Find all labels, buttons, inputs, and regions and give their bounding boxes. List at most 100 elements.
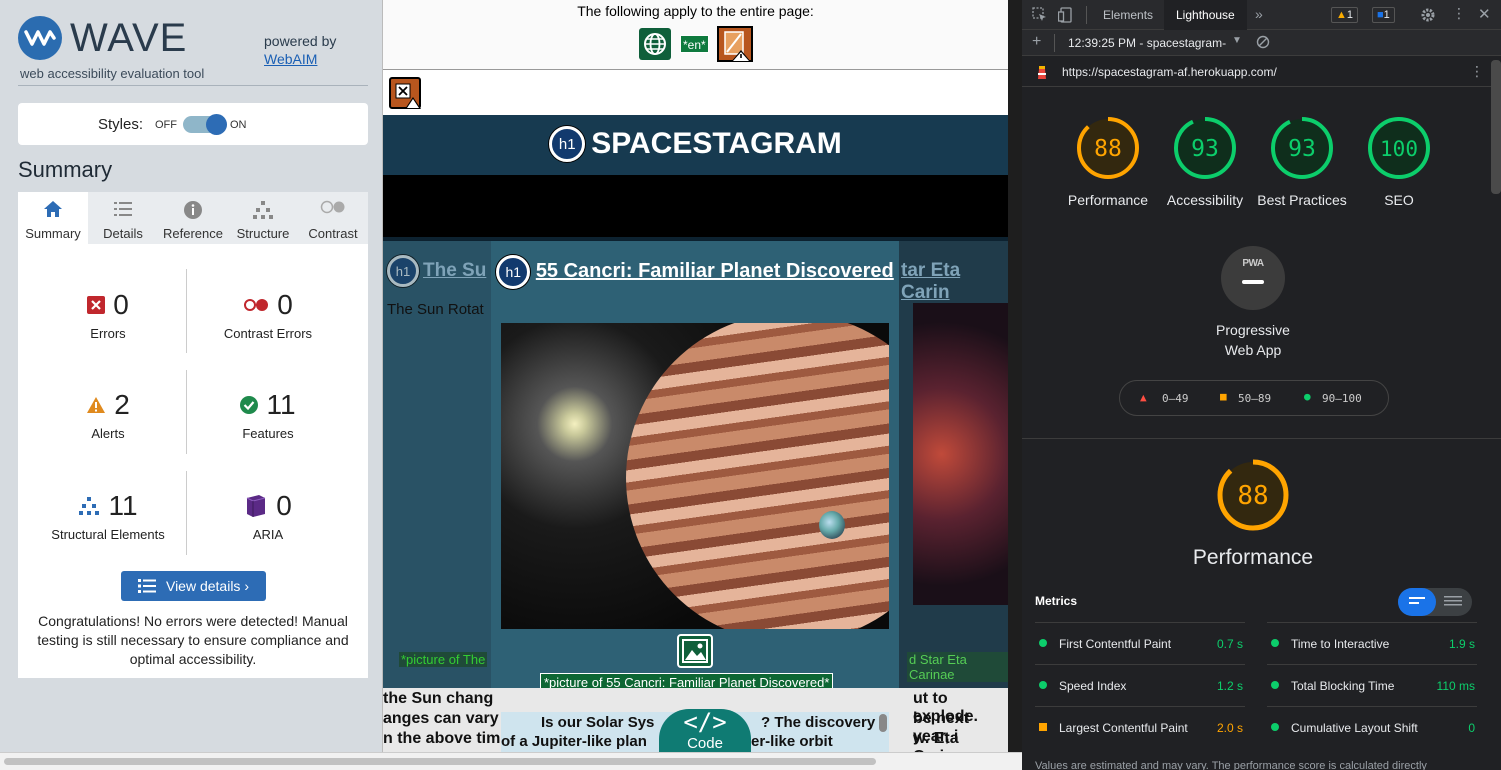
tab-contrast[interactable]: Contrast (298, 192, 368, 244)
tab-structure[interactable]: Structure (228, 192, 298, 244)
summary-heading: Summary (18, 157, 113, 182)
new-report-icon[interactable]: + (1032, 33, 1041, 51)
language-globe-icon[interactable] (639, 28, 671, 60)
h1-badge[interactable]: h1 (549, 126, 586, 162)
metric-row[interactable]: Speed Index 1.2 s (1035, 664, 1245, 706)
modal-title[interactable]: 55 Cancri: Familiar Planet Discovered (536, 260, 894, 282)
metrics-view-toggle[interactable] (1398, 588, 1472, 616)
h1-badge[interactable]: h1 (387, 255, 419, 287)
clear-icon[interactable] (1256, 35, 1270, 49)
info-icon (184, 201, 202, 219)
right-card-image (913, 303, 1008, 605)
warnings-badge[interactable]: ▲1 (1331, 7, 1359, 23)
list-icon (137, 579, 156, 593)
tab-lighthouse[interactable]: Lighthouse (1164, 0, 1247, 30)
score-value: 88 (1094, 136, 1122, 162)
modal-scrollbar[interactable] (879, 714, 887, 732)
errors-label: Errors (90, 326, 126, 341)
planet-image (501, 323, 889, 629)
score-value: 100 (1380, 137, 1418, 161)
code-icon: </> (683, 708, 727, 736)
screen: WAVE web accessibility evaluation tool p… (0, 0, 1501, 770)
messages-badge[interactable]: ■1 (1372, 7, 1395, 23)
features-stat[interactable]: 11 Features (188, 388, 348, 441)
close-icon[interactable]: ✕ (1478, 5, 1491, 23)
more-tabs-icon[interactable]: » (1255, 6, 1263, 22)
view-details-button[interactable]: View details › (121, 571, 266, 601)
aria-stat[interactable]: 0 ARIA (188, 489, 348, 542)
tab-label: Contrast (308, 226, 358, 241)
tab-summary[interactable]: Summary (18, 192, 88, 244)
tab-reference[interactable]: Reference (158, 192, 228, 244)
metric-row[interactable]: Largest Contentful Paint 2.0 s (1035, 706, 1245, 748)
site-header: h1 SPACESTAGRAM (383, 115, 1008, 175)
modal-desc-line: of a Jupiter-like plan (501, 733, 647, 750)
devtools-scrollbar[interactable] (1491, 60, 1501, 194)
structure-icon (253, 201, 273, 219)
alert-document-icon[interactable] (717, 26, 753, 62)
styles-on-label: ON (230, 119, 247, 131)
scrollbar-thumb[interactable] (4, 758, 876, 765)
audited-url[interactable]: https://spacestagram-af.herokuapp.com/ (1062, 65, 1277, 79)
metric-row[interactable]: Cumulative Layout Shift 0 (1267, 706, 1477, 748)
desc-line: w. Eta Carinae (913, 730, 972, 752)
desc-line: anges can vary (383, 710, 499, 727)
device-toggle-icon[interactable] (1058, 7, 1074, 23)
tab-details[interactable]: Details (88, 192, 158, 244)
tab-label: Details (103, 226, 143, 241)
alerts-stat[interactable]: 2 Alerts (28, 388, 188, 441)
wave-logo-icon (18, 16, 62, 60)
metric-name: Time to Interactive (1291, 637, 1390, 651)
metric-name: Largest Contentful Paint (1059, 721, 1188, 735)
code-button[interactable]: </> Code (659, 709, 751, 752)
metric-row[interactable]: First Contentful Paint 0.7 s (1035, 622, 1245, 664)
average-square-icon: ■ (1220, 390, 1227, 403)
report-selector[interactable]: 12:39:25 PM - spacestagram- (1068, 36, 1226, 50)
metric-row[interactable]: Time to Interactive 1.9 s (1267, 622, 1477, 664)
metric-name: Speed Index (1059, 679, 1127, 693)
image-feature-icon[interactable] (677, 634, 713, 668)
features-label: Features (242, 426, 294, 441)
expanded-view-icon[interactable] (1444, 596, 1462, 608)
pwa-badge[interactable]: PWA (1221, 246, 1285, 310)
score-gauge-best-practices[interactable]: 93 (1269, 115, 1335, 181)
metric-value: 110 ms (1436, 679, 1475, 693)
aria-count: 0 (276, 490, 292, 521)
metric-name: Cumulative Layout Shift (1291, 721, 1418, 735)
contrast-errors-stat[interactable]: 0 Contrast Errors (188, 288, 348, 341)
errors-stat[interactable]: 0 Errors (28, 288, 188, 341)
score-label: Performance (1067, 192, 1149, 208)
left-alt-text: *picture of The (399, 652, 488, 667)
tab-elements[interactable]: Elements (1103, 0, 1153, 30)
styles-toggle[interactable] (183, 114, 227, 135)
score-label: Best Practices (1257, 192, 1347, 208)
structural-count: 11 (108, 490, 138, 521)
url-row: https://spacestagram-af.herokuapp.com/ ⋮ (1022, 57, 1501, 87)
gear-icon[interactable] (1420, 7, 1436, 23)
h1-badge[interactable]: h1 (496, 254, 531, 289)
chevron-down-icon[interactable]: ▼ (1232, 35, 1242, 46)
right-alt-text: d Star Eta Carinae (907, 652, 1008, 682)
left-card-title[interactable]: The Su (423, 260, 486, 282)
metric-row[interactable]: Total Blocking Time 110 ms (1267, 664, 1477, 706)
structural-stat[interactable]: 11 Structural Elements (28, 489, 188, 542)
score-gauge-accessibility[interactable]: 93 (1172, 115, 1238, 181)
left-card-text: The Sun Rotat (387, 301, 484, 318)
broken-image-alert-icon[interactable] (389, 77, 421, 109)
score-gauge-performance[interactable]: 88 (1075, 115, 1141, 181)
tab-label: Reference (163, 226, 223, 241)
more-options-icon[interactable]: ⋮ (1470, 63, 1484, 80)
horizontal-scrollbar[interactable] (0, 752, 1022, 770)
webaim-link[interactable]: WebAIM (264, 50, 336, 68)
inspect-icon[interactable] (1032, 7, 1048, 23)
toggle-knob (206, 114, 227, 135)
right-card-title[interactable]: tar Eta Carin (901, 260, 1008, 304)
powered-by: powered by WebAIM (264, 32, 336, 68)
performance-gauge[interactable]: 88 (1216, 458, 1290, 532)
score-gauge-seo[interactable]: 100 (1366, 115, 1432, 181)
more-options-icon[interactable]: ⋮ (1452, 5, 1466, 22)
lang-badge[interactable]: *en* (680, 35, 709, 53)
tab-label: Summary (25, 226, 81, 241)
contrast-errors-label: Contrast Errors (223, 326, 313, 341)
legend-range: 50–89 (1238, 392, 1272, 405)
